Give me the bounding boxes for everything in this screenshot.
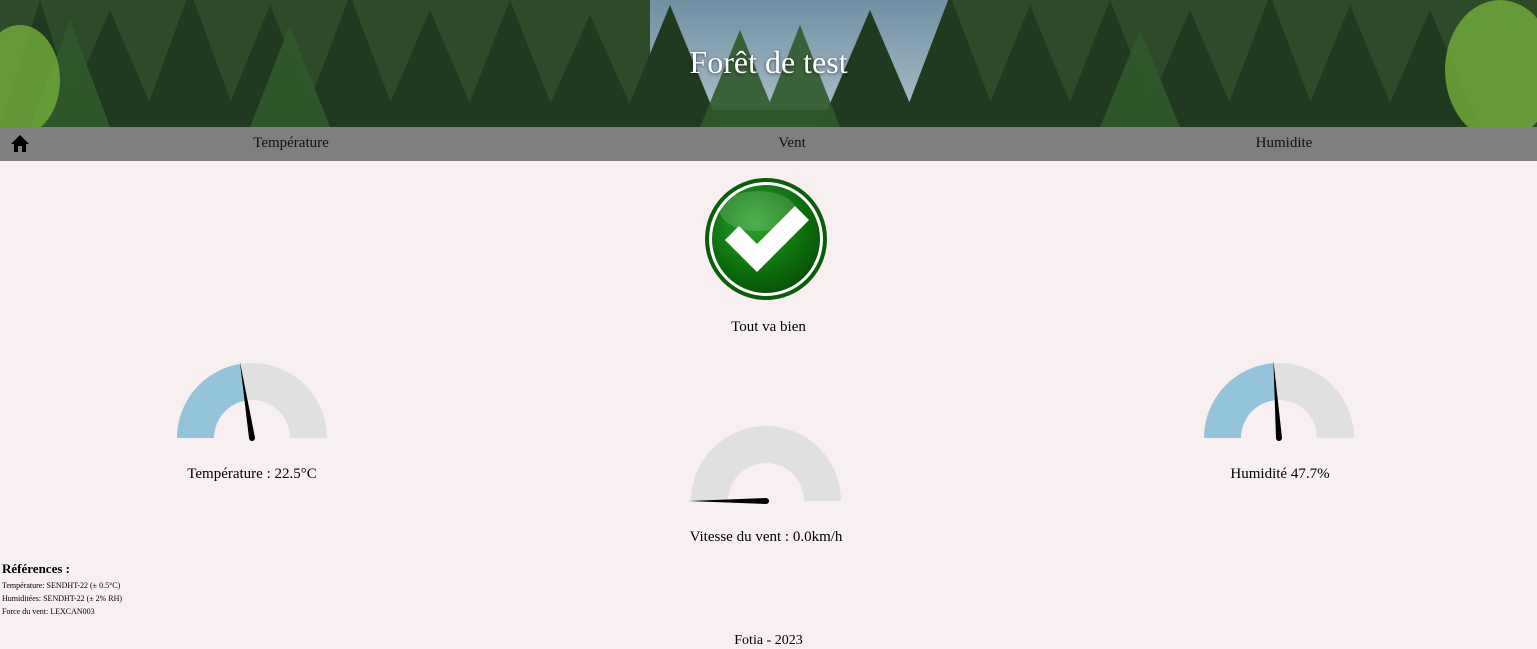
status-text: Tout va bien: [731, 319, 806, 335]
humidity-gauge-fill: [1204, 363, 1277, 438]
references-section: Références : Température: SENDHT-22 (± 0…: [2, 561, 122, 616]
nav-item-vent[interactable]: Vent: [778, 135, 806, 152]
temperature-gauge-fill: [177, 363, 247, 438]
wind-label: Vitesse du vent : 0.0km/h: [689, 529, 843, 545]
nav-item-humidite[interactable]: Humidite: [1256, 135, 1313, 152]
nav-bar: Température Vent Humidite: [0, 127, 1537, 161]
reference-humidity: Humiditées: SENDHT-22 (± 2% RH): [2, 594, 123, 603]
header-banner: Forêt de test: [0, 0, 1537, 127]
footer-text: Fotia - 2023: [734, 633, 803, 648]
temperature-label: Température : 22.5°C: [187, 466, 317, 482]
site-title: Forêt de test: [689, 44, 848, 80]
temperature-gauge: [177, 360, 327, 441]
humidity-gauge: [1204, 360, 1354, 441]
nav-item-temperature[interactable]: Température: [253, 135, 329, 152]
home-icon[interactable]: [10, 134, 30, 154]
check-circle-icon: [705, 178, 827, 300]
wind-gauge: [688, 426, 841, 504]
reference-wind: Force du vent: LEXCAN003: [2, 607, 95, 616]
references-title: Références :: [2, 561, 70, 576]
humidity-label: Humidité 47.7%: [1230, 466, 1330, 482]
reference-temperature: Température: SENDHT-22 (± 0.5°C): [2, 581, 121, 590]
